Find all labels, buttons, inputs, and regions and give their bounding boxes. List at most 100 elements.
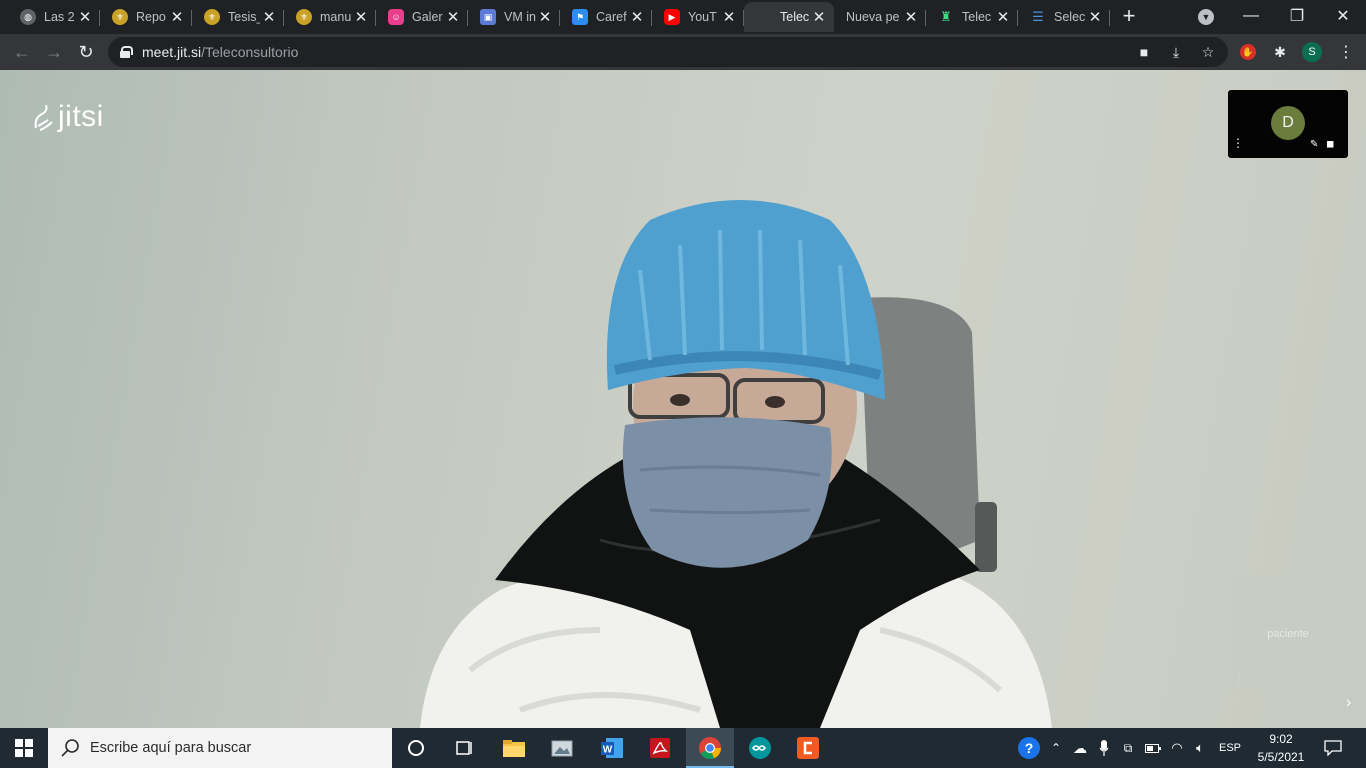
tab-separator <box>1109 10 1110 26</box>
tab-11[interactable]: ☰ Selec ✕ <box>1018 2 1110 32</box>
tab-4[interactable]: ☺ Galer ✕ <box>376 2 468 32</box>
lock-icon[interactable] <box>120 46 133 58</box>
mic-muted-icon: ✎ <box>1310 139 1319 150</box>
patient-video-frame <box>420 200 1052 728</box>
tab-9[interactable]: Nueva pe ✕ <box>834 2 926 32</box>
search-icon <box>61 739 79 757</box>
flag-icon: ⚑ <box>572 9 588 25</box>
chip-icon: ▣ <box>480 9 496 25</box>
close-tab-icon[interactable]: ✕ <box>1086 8 1104 26</box>
chrome-app[interactable] <box>686 728 734 768</box>
jitsi-logo[interactable]: jitsi <box>32 100 104 134</box>
word-app[interactable]: W <box>588 728 636 768</box>
tab-title: Selec <box>1054 10 1086 24</box>
profile-avatar[interactable]: S <box>1302 42 1322 62</box>
photos-app[interactable] <box>538 728 586 768</box>
tab-1[interactable]: ⚜ Repo ✕ <box>100 2 192 32</box>
close-tab-icon[interactable]: ✕ <box>260 8 278 26</box>
extensions-puzzle-icon[interactable]: ✱ <box>1270 42 1290 62</box>
tab-title: Nueva pe <box>846 10 900 24</box>
language-indicator[interactable]: ESP <box>1214 728 1246 768</box>
arduino-app[interactable] <box>736 728 784 768</box>
camera-off-icon: ◼ <box>1326 139 1335 150</box>
tab-0[interactable]: ◍ Las 2 ✕ <box>8 2 100 32</box>
extension-hand-icon[interactable]: ✋ <box>1238 42 1258 62</box>
wifi-icon[interactable]: ◠ <box>1166 728 1188 768</box>
presentation-app[interactable] <box>784 728 832 768</box>
restore-button[interactable]: ❐ <box>1274 0 1320 32</box>
logo-text: jitsi <box>58 100 104 133</box>
help-icon[interactable]: ? <box>1016 728 1042 768</box>
remote-participant-tile[interactable]: paciente ⋮ <box>1228 572 1348 692</box>
close-tab-icon[interactable]: ✕ <box>810 8 828 26</box>
microphone-icon[interactable] <box>1094 728 1114 768</box>
university-seal-icon: ⚜ <box>204 9 220 25</box>
close-tab-icon[interactable]: ✕ <box>444 8 462 26</box>
tab-6[interactable]: ⚑ Caref ✕ <box>560 2 652 32</box>
tab-3[interactable]: ⚜ manu ✕ <box>284 2 376 32</box>
close-tab-icon[interactable]: ✕ <box>168 8 186 26</box>
tile-menu-icon[interactable]: ⋮ <box>1232 137 1244 149</box>
taskbar-search[interactable]: Escribe aquí para buscar <box>48 728 392 768</box>
back-button[interactable]: ← <box>8 38 36 66</box>
folder-icon <box>503 740 525 757</box>
microphone-glyph-icon <box>1099 740 1109 756</box>
notifications-icon[interactable] <box>1318 728 1348 768</box>
forward-button[interactable]: → <box>40 38 68 66</box>
cortana-icon <box>408 740 424 756</box>
onedrive-icon[interactable]: ☁ <box>1068 728 1092 768</box>
tab-title: Las 2 <box>44 10 75 24</box>
toggle-filmstrip-icon[interactable]: › <box>1346 694 1351 712</box>
tab-2[interactable]: ⚜ Tesis_ ✕ <box>192 2 284 32</box>
tab-title: VM in <box>504 10 536 24</box>
local-participant-tile[interactable]: D ⋮ ✎ ◼ <box>1228 90 1348 158</box>
university-seal-icon: ⚜ <box>296 9 312 25</box>
globe-icon: ◍ <box>20 9 36 25</box>
tab-active[interactable]: Telec ✕ <box>744 2 834 32</box>
tab-5[interactable]: ▣ VM in ✕ <box>468 2 560 32</box>
cortana-button[interactable] <box>392 728 440 768</box>
jitsi-logo-mark-icon <box>34 104 53 131</box>
tile-menu-icon[interactable]: ⋮ <box>1234 674 1244 685</box>
clock-date: 5/5/2021 <box>1257 750 1305 764</box>
system-clock[interactable]: 9:02 5/5/2021 <box>1246 730 1316 766</box>
show-hidden-icons-icon[interactable]: ⌃ <box>1046 728 1066 768</box>
bookmark-star-icon[interactable]: ☆ <box>1198 42 1218 62</box>
presentation-icon <box>797 737 819 759</box>
close-tab-icon[interactable]: ✕ <box>76 8 94 26</box>
reload-button[interactable]: ↻ <box>72 38 100 66</box>
close-tab-icon[interactable]: ✕ <box>628 8 646 26</box>
camera-icon[interactable]: ■ <box>1134 42 1154 62</box>
tab-10[interactable]: ♜ Telec ✕ <box>926 2 1018 32</box>
clock-time: 9:02 <box>1269 732 1293 746</box>
acrobat-app[interactable] <box>636 728 684 768</box>
start-button[interactable] <box>0 728 48 768</box>
tab-search-icon[interactable]: ▼ <box>1198 9 1214 25</box>
new-tab-button[interactable]: + <box>1118 5 1140 28</box>
arduino-icon <box>749 737 771 759</box>
close-tab-icon[interactable]: ✕ <box>720 8 738 26</box>
minimize-button[interactable]: — <box>1228 0 1274 32</box>
battery-icon[interactable] <box>1142 728 1164 768</box>
tab-title: Telec <box>962 10 992 24</box>
browser-menu-icon[interactable]: ⋮ <box>1336 42 1356 62</box>
tab-title: Repo <box>136 10 166 24</box>
gallery-icon: ☺ <box>388 9 404 25</box>
tab-title: Telec <box>780 10 810 24</box>
close-tab-icon[interactable]: ✕ <box>994 8 1012 26</box>
svg-text:W: W <box>603 745 613 756</box>
tab-7[interactable]: ▶ YouT ✕ <box>652 2 744 32</box>
close-tab-icon[interactable]: ✕ <box>352 8 370 26</box>
close-tab-icon[interactable]: ✕ <box>536 8 554 26</box>
file-explorer-app[interactable] <box>490 728 538 768</box>
volume-icon[interactable]: 🔈︎ <box>1188 728 1212 768</box>
install-app-icon[interactable]: ⤓ <box>1166 42 1186 62</box>
youtube-icon: ▶ <box>664 9 680 25</box>
close-tab-icon[interactable]: ✕ <box>902 8 920 26</box>
screen-capture-icon[interactable]: ⧉ <box>1118 728 1138 768</box>
address-bar[interactable]: meet.jit.si/Teleconsultorio <box>108 37 1228 67</box>
task-view-button[interactable] <box>440 728 488 768</box>
tab-title: Tesis_ <box>228 10 260 24</box>
close-window-button[interactable]: ✕ <box>1320 0 1366 32</box>
url-host: meet.jit.si <box>142 44 202 60</box>
